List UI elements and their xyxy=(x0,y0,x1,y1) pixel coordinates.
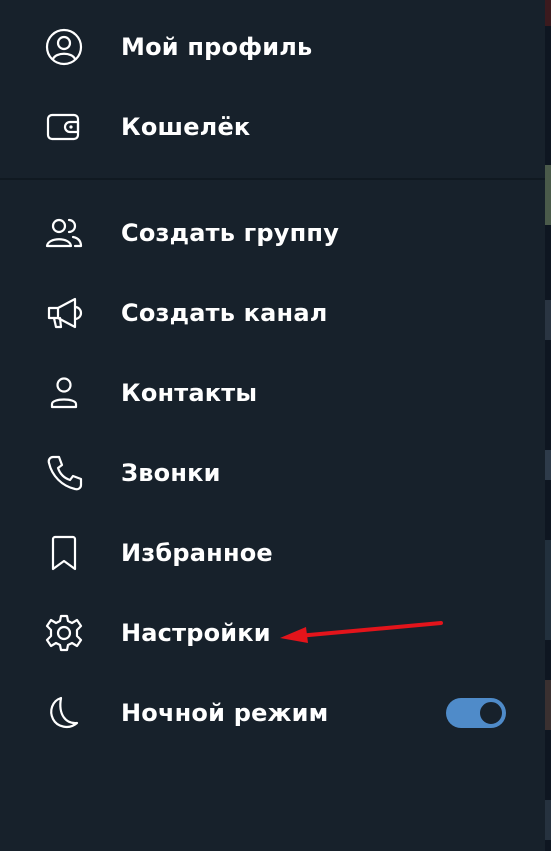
menu-divider xyxy=(0,178,545,180)
megaphone-icon xyxy=(44,293,84,333)
menu-item-label: Ночной режим xyxy=(121,699,329,727)
user-circle-icon xyxy=(44,27,84,67)
menu-item-night-mode[interactable]: Ночной режим xyxy=(0,673,545,753)
menu-item-label: Мой профиль xyxy=(121,33,313,61)
menu-item-label: Избранное xyxy=(121,539,273,567)
menu-item-settings[interactable]: Настройки xyxy=(0,593,545,673)
menu-item-label: Создать канал xyxy=(121,299,328,327)
user-icon xyxy=(44,373,84,413)
wallet-icon xyxy=(44,107,84,147)
menu-item-contacts[interactable]: Контакты xyxy=(0,353,545,433)
menu-item-saved[interactable]: Избранное xyxy=(0,513,545,593)
phone-icon xyxy=(44,453,84,493)
menu-item-new-channel[interactable]: Создать канал xyxy=(0,273,545,353)
gear-icon xyxy=(44,613,84,653)
menu-item-label: Настройки xyxy=(121,619,271,647)
menu-item-calls[interactable]: Звонки xyxy=(0,433,545,513)
night-mode-toggle[interactable] xyxy=(446,698,506,728)
moon-icon xyxy=(44,693,84,733)
background-content-edge xyxy=(545,0,551,851)
side-drawer: Мой профиль Кошелёк Создать группу Созда… xyxy=(0,0,545,851)
telegram-side-menu-screen: Мой профиль Кошелёк Создать группу Созда… xyxy=(0,0,551,851)
menu-item-label: Звонки xyxy=(121,459,221,487)
menu-item-label: Контакты xyxy=(121,379,258,407)
menu-item-my-profile[interactable]: Мой профиль xyxy=(0,7,545,87)
users-icon xyxy=(44,213,84,253)
bookmark-icon xyxy=(44,533,84,573)
toggle-knob xyxy=(477,699,505,727)
menu-item-label: Кошелёк xyxy=(121,113,251,141)
menu-item-label: Создать группу xyxy=(121,219,340,247)
menu-item-new-group[interactable]: Создать группу xyxy=(0,193,545,273)
menu-item-wallet[interactable]: Кошелёк xyxy=(0,87,545,167)
